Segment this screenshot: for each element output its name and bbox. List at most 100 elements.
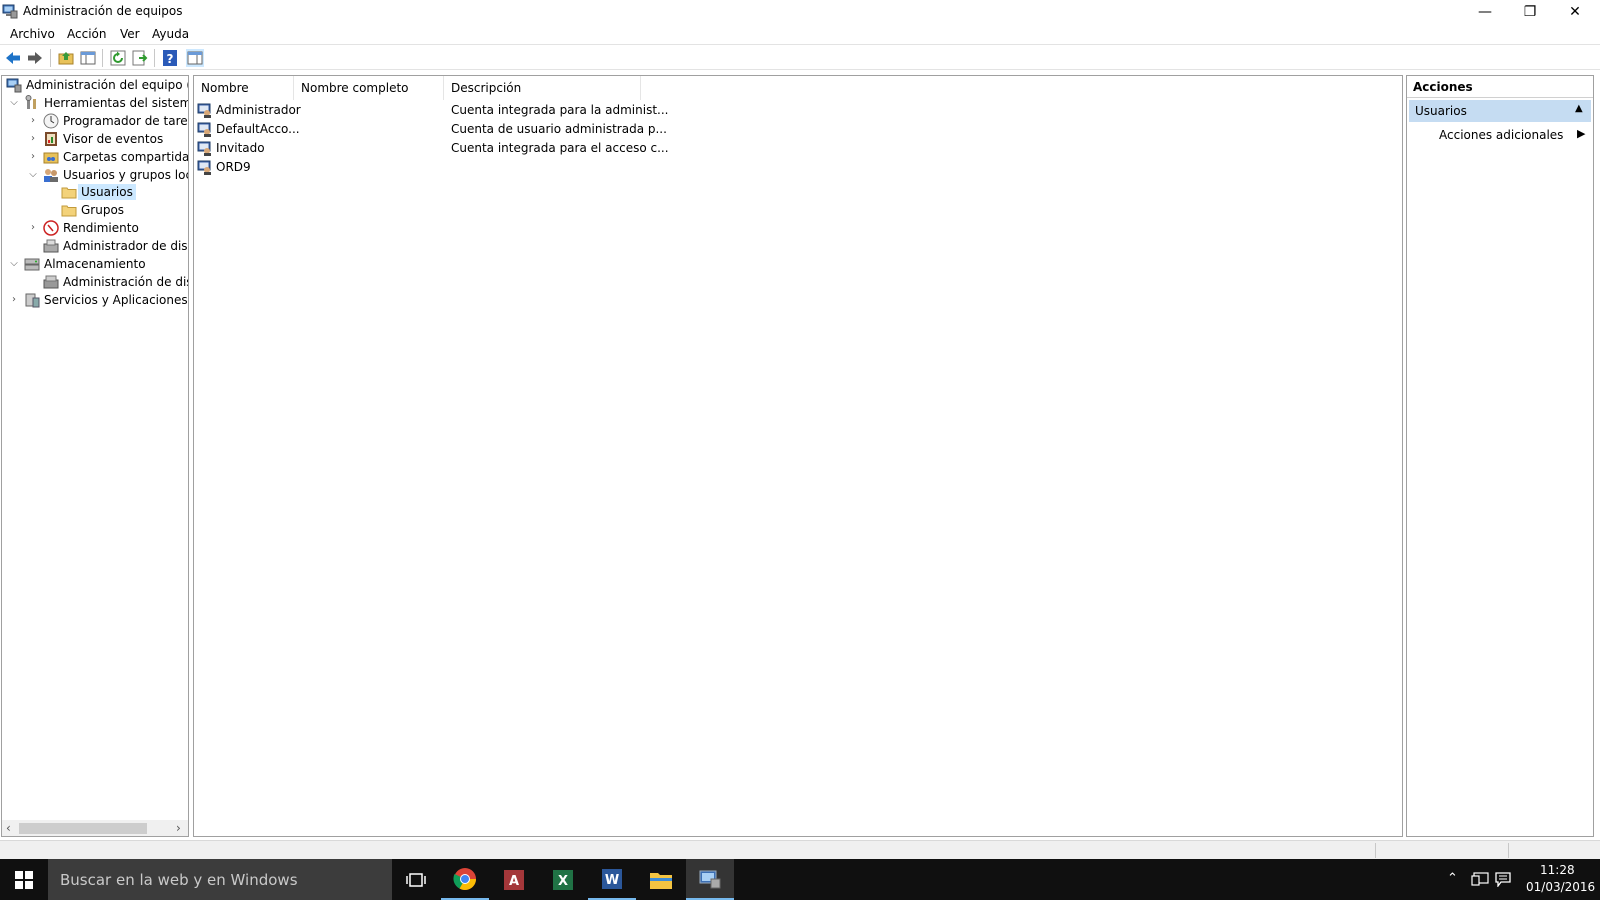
refresh-icon[interactable]: [109, 49, 127, 67]
word-icon: W: [602, 868, 622, 889]
taskbar-computer-management[interactable]: [686, 859, 734, 900]
taskbar-word[interactable]: W: [588, 859, 636, 900]
action-center-icon[interactable]: [1495, 872, 1511, 887]
shared-folder-icon: [43, 152, 59, 164]
forward-arrow-icon[interactable]: [26, 49, 44, 67]
tree-item-rendimiento[interactable]: Rendimiento: [43, 219, 139, 237]
menu-ver[interactable]: Ver: [120, 27, 140, 41]
tree-item-grupos[interactable]: Grupos: [61, 201, 124, 219]
scrollbar-thumb[interactable]: [19, 823, 147, 834]
computer-management-icon: [6, 78, 22, 93]
tree-item-usuarios[interactable]: Usuarios: [61, 183, 136, 201]
chevron-down-icon[interactable]: ⌵: [9, 98, 19, 108]
disk-icon: [43, 275, 59, 289]
list-row[interactable]: Administrador Cuenta integrada para la a…: [197, 101, 897, 119]
windows-logo-icon: [15, 870, 33, 889]
user-name: Invitado: [216, 141, 265, 155]
show-action-pane-icon[interactable]: [186, 49, 204, 67]
actions-header: Acciones: [1407, 76, 1593, 98]
taskbar-search-box[interactable]: Buscar en la web y en Windows: [48, 859, 392, 900]
minimize-button[interactable]: —: [1462, 0, 1508, 24]
chevron-right-icon[interactable]: ›: [28, 223, 38, 233]
tree-item-herramientas[interactable]: Herramientas del sistema: [24, 94, 188, 112]
collapse-up-icon[interactable]: ▲: [1575, 103, 1583, 114]
task-view-icon: [406, 872, 426, 887]
restore-button[interactable]: ❐: [1507, 0, 1553, 24]
menu-archivo[interactable]: Archivo: [10, 27, 55, 41]
tree-item-label: Administración de disco: [63, 275, 188, 289]
clock-icon: [43, 113, 59, 129]
clock-time[interactable]: 11:28: [1540, 863, 1575, 877]
user-icon: [197, 160, 211, 175]
tools-icon: [25, 95, 36, 109]
show-hidden-icons-icon[interactable]: ⌃: [1447, 871, 1458, 886]
tree-item-label: Servicios y Aplicaciones: [44, 293, 188, 307]
tree-item-label: Almacenamiento: [44, 257, 146, 271]
column-header-nombre[interactable]: Nombre: [194, 76, 294, 100]
user-description: Cuenta integrada para el acceso c...: [451, 141, 669, 155]
actions-section-usuarios[interactable]: Usuarios ▲: [1409, 100, 1591, 122]
column-header-descripcion[interactable]: Descripción: [444, 76, 641, 100]
excel-icon: X: [553, 869, 573, 890]
user-description: Cuenta integrada para la administ...: [451, 103, 669, 117]
clock-date[interactable]: 01/03/2016: [1526, 880, 1595, 894]
start-button[interactable]: [0, 859, 48, 900]
chevron-right-icon[interactable]: ›: [28, 116, 38, 126]
list-row[interactable]: ORD9: [197, 158, 897, 176]
tree-item-label: Administrador de dispo: [63, 239, 189, 253]
close-button[interactable]: ✕: [1552, 0, 1598, 24]
back-arrow-icon[interactable]: [4, 49, 22, 67]
taskbar-file-explorer[interactable]: [637, 859, 685, 900]
chevron-down-icon[interactable]: ⌵: [9, 259, 19, 269]
title-bar: Administración de equipos — ❐ ✕: [0, 0, 1600, 24]
tree-item-almacenamiento[interactable]: Almacenamiento: [24, 255, 146, 273]
chevron-right-icon[interactable]: ›: [28, 134, 38, 144]
submenu-arrow-icon: ▶: [1577, 127, 1586, 140]
tree-item-usuarios-grupos[interactable]: Usuarios y grupos locale: [43, 166, 188, 184]
scroll-right-icon[interactable]: ›: [176, 821, 181, 835]
users-groups-icon: [44, 169, 58, 182]
tree-horizontal-scrollbar[interactable]: ‹ ›: [2, 820, 188, 836]
tree-item-servicios[interactable]: Servicios y Aplicaciones: [24, 291, 188, 309]
svg-text:X: X: [558, 874, 568, 889]
tree-item-label: Grupos: [81, 203, 125, 217]
chevron-right-icon[interactable]: ›: [9, 295, 19, 305]
network-icon[interactable]: [1471, 872, 1489, 887]
taskbar-access[interactable]: A: [490, 859, 538, 900]
show-hide-tree-icon[interactable]: [79, 49, 97, 67]
taskbar-chrome[interactable]: [441, 859, 489, 900]
computer-management-icon: [2, 4, 18, 19]
more-actions-label: Acciones adicionales: [1439, 128, 1564, 142]
help-icon[interactable]: ?: [161, 49, 179, 67]
tree-item-root[interactable]: Administración del equipo (loc: [6, 76, 188, 94]
column-header-nombre-completo[interactable]: Nombre completo: [294, 76, 444, 100]
list-row[interactable]: Invitado Cuenta integrada para el acceso…: [197, 139, 897, 157]
tree-item-carpetas-compartidas[interactable]: Carpetas compartidas: [43, 148, 188, 166]
up-folder-icon[interactable]: [57, 49, 75, 67]
tree-item-label: Rendimiento: [63, 221, 139, 235]
user-icon: [197, 122, 211, 137]
chevron-right-icon[interactable]: ›: [28, 152, 38, 162]
svg-text:W: W: [605, 873, 619, 888]
menu-ayuda[interactable]: Ayuda: [152, 27, 189, 41]
list-row[interactable]: DefaultAcco... Cuenta de usuario adminis…: [197, 120, 897, 138]
actions-title: Acciones: [1413, 80, 1473, 94]
tree-item-label: Usuarios y grupos locale: [63, 168, 188, 182]
more-actions-item[interactable]: Acciones adicionales ▶: [1409, 125, 1591, 145]
task-view-button[interactable]: [392, 859, 440, 900]
actions-section-label: Usuarios: [1415, 104, 1467, 118]
export-list-icon[interactable]: [131, 49, 149, 67]
tree-item-visor-eventos[interactable]: Visor de eventos: [43, 130, 163, 148]
menu-accion[interactable]: Acción: [67, 27, 106, 41]
tree-item-administrador-dispositivos[interactable]: Administrador de dispo: [43, 237, 189, 255]
user-name: DefaultAcco...: [216, 122, 300, 136]
chevron-down-icon[interactable]: ⌵: [28, 170, 38, 180]
tree-item-administracion-discos[interactable]: Administración de disco: [43, 273, 188, 291]
scroll-left-icon[interactable]: ‹: [6, 821, 11, 835]
folder-icon: [61, 205, 77, 217]
taskbar: Buscar en la web y en Windows A X W ⌃ 11…: [0, 859, 1600, 900]
tree-item-programador[interactable]: Programador de tareas: [43, 112, 189, 130]
folder-icon: [61, 187, 77, 199]
tree-item-label: Programador de tareas: [63, 114, 189, 128]
taskbar-excel[interactable]: X: [539, 859, 587, 900]
